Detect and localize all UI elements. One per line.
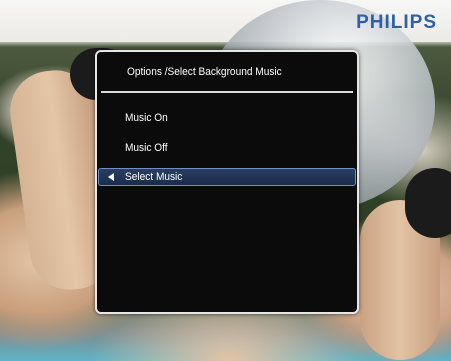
dialog-title: Options /Select Background Music: [127, 66, 282, 78]
photo-right-handle: [405, 168, 451, 238]
left-arrow-icon: [108, 173, 114, 181]
menu-item-music-on[interactable]: Music On: [97, 109, 357, 127]
menu-item-select-music[interactable]: Select Music: [98, 168, 356, 186]
options-dialog: Options /Select Background Music Music O…: [95, 50, 359, 314]
title-divider: [101, 91, 353, 93]
menu-item-label: Music Off: [125, 142, 168, 154]
menu-item-label: Music On: [125, 112, 168, 124]
photo-frame-screen: PHILIPS Options /Select Background Music…: [0, 0, 451, 361]
menu-item-music-off[interactable]: Music Off: [97, 139, 357, 157]
menu-item-label: Select Music: [125, 171, 183, 183]
brand-logo: PHILIPS: [356, 12, 437, 33]
